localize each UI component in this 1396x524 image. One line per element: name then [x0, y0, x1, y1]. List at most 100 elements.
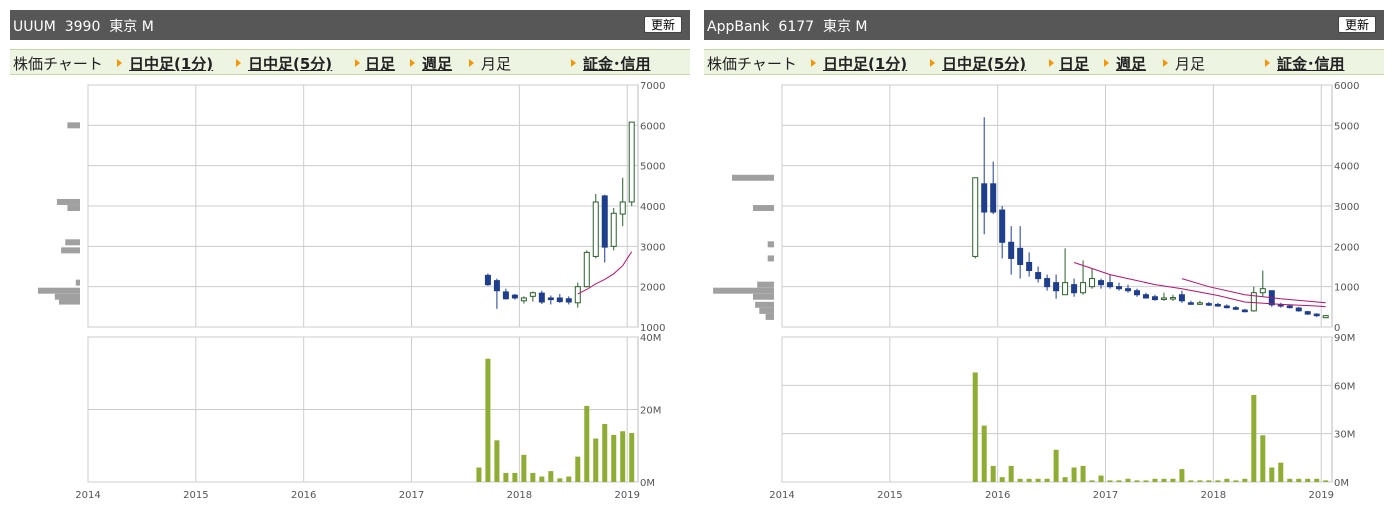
volume-profile-bar	[59, 298, 80, 305]
volume-bar	[1107, 480, 1113, 482]
candle-body	[972, 177, 979, 257]
volume-bar	[593, 438, 599, 482]
price-tick-label: 7000	[640, 81, 665, 92]
candle-body	[1241, 309, 1248, 313]
volume-bar	[1278, 462, 1284, 482]
price-tick-label: 2000	[1334, 242, 1359, 253]
volume-bar	[575, 456, 581, 482]
volume-bar	[584, 405, 590, 482]
volume-profile-bar	[61, 247, 80, 254]
volume-bar	[1287, 478, 1293, 482]
volume-bar	[1233, 480, 1239, 482]
volume-profile-bar	[67, 205, 80, 212]
candle-body	[1035, 272, 1042, 280]
volume-profile-bar	[767, 241, 774, 248]
candle-body	[1026, 261, 1033, 272]
candle-body	[1160, 297, 1167, 300]
candle-body	[565, 298, 572, 303]
x-tick-label: 2017	[1093, 490, 1118, 501]
volume-bar	[1071, 467, 1077, 482]
candle-body	[511, 294, 518, 299]
candle-body	[1259, 288, 1266, 294]
volume-profile-bar	[755, 301, 774, 308]
x-tick-label: 2018	[507, 490, 532, 501]
volume-bar	[503, 472, 509, 482]
volume-bar	[1098, 475, 1104, 482]
volume-bar	[1296, 478, 1302, 482]
volume-bar	[1314, 478, 1320, 482]
candle-body	[574, 286, 581, 304]
x-tick-label: 2014	[769, 490, 794, 501]
volume-bar	[1017, 478, 1023, 482]
volume-bar	[1242, 478, 1248, 482]
price-tick-label: 3000	[1334, 202, 1359, 213]
candle-body	[1124, 288, 1131, 292]
volume-profile-bar	[65, 239, 80, 246]
volume-bar	[1044, 478, 1050, 482]
volume-bar	[521, 454, 527, 482]
volume-profile-bar	[56, 198, 80, 205]
volume-bar	[1080, 465, 1086, 482]
candle-body	[1133, 290, 1140, 296]
volume-bar	[566, 476, 572, 482]
candle-body	[1205, 303, 1212, 306]
volume-bar	[1269, 467, 1275, 482]
x-tick-label: 2015	[183, 490, 208, 501]
x-tick-label: 2019	[614, 490, 639, 501]
volume-bar	[1305, 478, 1311, 482]
candle-body	[610, 212, 617, 247]
volume-tick-label: 60M	[1334, 381, 1355, 392]
candle-body	[1107, 282, 1114, 288]
x-tick-label: 2019	[1308, 490, 1333, 501]
candle-body	[1151, 296, 1158, 301]
candle-body	[1286, 305, 1293, 309]
price-tick-label: 6000	[640, 121, 665, 132]
volume-bar	[1179, 469, 1185, 482]
volume-bar	[1053, 449, 1059, 482]
volume-profile-bar	[765, 313, 774, 320]
candle-body	[520, 297, 527, 302]
candle-body	[990, 183, 997, 213]
candle-body	[1304, 311, 1311, 315]
candle-body	[583, 251, 590, 288]
volume-bar	[1026, 478, 1032, 482]
price-tick-label: 5000	[1334, 121, 1359, 132]
candle-body	[1098, 280, 1105, 286]
volume-bar	[990, 465, 996, 482]
candle-body	[999, 209, 1006, 243]
candle-body	[529, 292, 536, 297]
volume-bar	[1008, 465, 1014, 482]
candle-body	[1142, 294, 1149, 299]
candle-body	[1187, 302, 1194, 305]
candle-body	[493, 280, 500, 292]
volume-bar	[1161, 478, 1167, 482]
candle-body	[484, 274, 491, 286]
candle-body	[1080, 282, 1087, 294]
candle-body	[1169, 297, 1176, 300]
volume-bar	[1260, 435, 1266, 482]
candle-body	[547, 297, 554, 301]
volume-profile-bar	[67, 122, 80, 129]
candle-body	[1223, 305, 1230, 309]
x-tick-label: 2017	[399, 490, 424, 501]
price-tick-label: 4000	[1334, 162, 1359, 173]
volume-bar	[1215, 480, 1221, 482]
candle-body	[1232, 307, 1239, 310]
volume-bar	[1188, 480, 1194, 482]
candle-body	[1322, 315, 1329, 319]
candle-body	[628, 121, 635, 203]
candle-body	[1196, 302, 1203, 305]
volume-bar	[981, 425, 987, 482]
x-tick-label: 2018	[1201, 490, 1226, 501]
candle-body	[538, 292, 545, 303]
volume-bar	[611, 434, 617, 482]
volume-tick-label: 30M	[1334, 430, 1355, 441]
candle-body	[1178, 294, 1185, 302]
volume-bar	[1170, 478, 1176, 482]
volume-bar	[1035, 478, 1041, 482]
volume-bar	[1323, 480, 1329, 482]
volume-profile-bar	[38, 287, 80, 294]
price-tick-label: 1000	[1334, 283, 1359, 294]
volume-profile-bar	[75, 279, 80, 286]
price-tick-label: 6000	[1334, 81, 1359, 92]
